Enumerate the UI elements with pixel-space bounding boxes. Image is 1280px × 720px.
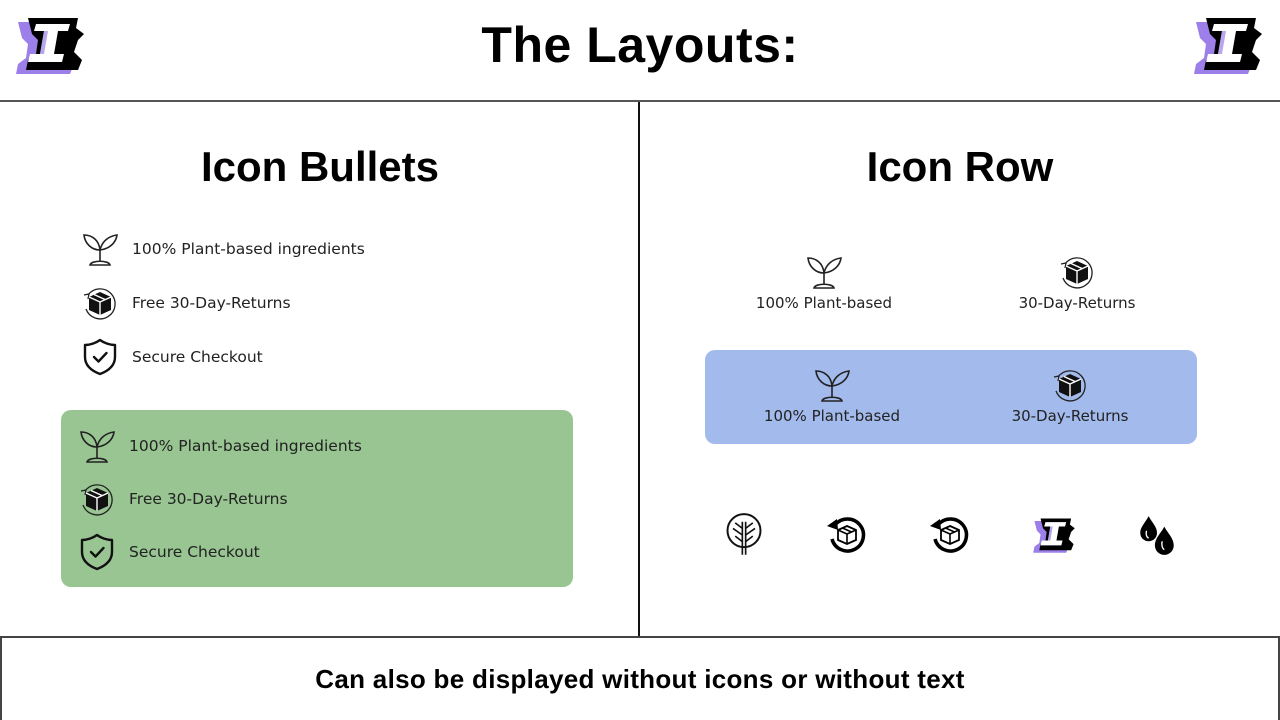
return-package-icon xyxy=(825,512,869,558)
page-title: The Layouts: xyxy=(481,17,799,73)
bullet-label: Secure Checkout xyxy=(129,543,260,561)
box-return-icon xyxy=(1050,365,1090,405)
list-item: Secure Checkout xyxy=(80,337,263,377)
icon-bullets-title: Icon Bullets xyxy=(200,143,440,190)
box-return-icon xyxy=(1057,252,1097,292)
row-item: 100% Plant-based xyxy=(714,252,934,312)
plant-sprout-icon xyxy=(80,229,120,269)
shield-check-icon xyxy=(80,337,120,377)
plant-sprout-icon xyxy=(804,252,844,292)
bullet-label: 100% Plant-based ingredients xyxy=(132,240,365,258)
row-label: 100% Plant-based xyxy=(763,407,901,425)
row-label: 100% Plant-based xyxy=(755,294,893,312)
list-item: 100% Plant-based ingredients xyxy=(80,229,365,269)
bullet-label: Free 30-Day-Returns xyxy=(129,490,288,508)
tree-icon xyxy=(722,512,766,558)
header: The Layouts: xyxy=(0,0,1280,102)
shield-check-icon xyxy=(77,532,117,572)
plant-sprout-icon xyxy=(77,426,117,466)
list-item: Free 30-Day-Returns xyxy=(80,283,291,323)
row-label: 30-Day-Returns xyxy=(1011,407,1129,425)
list-item: 100% Plant-based ingredients xyxy=(77,426,362,466)
list-item: Secure Checkout xyxy=(77,532,260,572)
return-package-icon xyxy=(928,512,972,558)
plant-sprout-icon xyxy=(812,365,852,405)
water-drops-icon xyxy=(1135,512,1179,558)
list-item: Free 30-Day-Returns xyxy=(77,479,288,519)
row-item: 100% Plant-based xyxy=(722,365,942,425)
bullet-label: 100% Plant-based ingredients xyxy=(129,437,362,455)
brand-i-logo-icon xyxy=(1192,14,1264,76)
row-item: 30-Day-Returns xyxy=(967,252,1187,312)
footer-text: Can also be displayed without icons or w… xyxy=(315,664,965,694)
footer: Can also be displayed without icons or w… xyxy=(0,636,1280,720)
icon-row-title: Icon Row xyxy=(866,143,1054,190)
box-return-icon xyxy=(77,479,117,519)
bullet-label: Secure Checkout xyxy=(132,348,263,366)
box-return-icon xyxy=(80,283,120,323)
row-item: 30-Day-Returns xyxy=(960,365,1180,425)
bullet-label: Free 30-Day-Returns xyxy=(132,294,291,312)
brand-i-logo-icon xyxy=(1032,512,1076,558)
row-label: 30-Day-Returns xyxy=(1018,294,1136,312)
